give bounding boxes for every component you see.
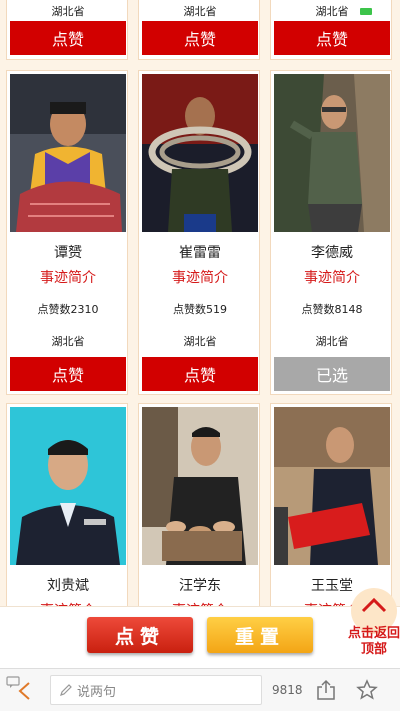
intro-link[interactable]: 事迹简介 [7, 267, 129, 287]
like-all-button[interactable]: 点赞 [87, 617, 193, 653]
candidate-name: 刘贵斌 [47, 578, 89, 594]
battery-indicator [360, 8, 372, 15]
comment-input[interactable]: 说两句 [50, 675, 262, 705]
card-prev-3: 湖北省 点赞 [270, 0, 392, 60]
candidate-photo[interactable] [274, 74, 390, 232]
province-text: 湖北省 [51, 5, 85, 18]
back-to-top-label[interactable]: 点击返回顶部 [348, 626, 400, 658]
pencil-icon [60, 684, 72, 696]
province-text: 湖北省 [183, 335, 217, 348]
like-button[interactable]: 点赞 [274, 21, 390, 55]
candidate-card: 谭赟 事迹简介 点赞数2310 湖北省 点赞 [6, 70, 128, 395]
comment-count: 9818 [272, 683, 303, 697]
candidate-name: 汪学东 [179, 578, 221, 594]
action-bar: 点赞 重置 [0, 606, 400, 668]
candidate-photo[interactable] [142, 407, 258, 565]
reset-button[interactable]: 重置 [207, 617, 313, 653]
like-button[interactable]: 点赞 [10, 21, 126, 55]
candidate-card: 汪学东 事迹简介 [138, 403, 260, 619]
vote-count: 点赞数519 [173, 303, 227, 316]
intro-link[interactable]: 事迹简介 [139, 267, 261, 287]
vote-count: 点赞数8148 [301, 303, 363, 316]
province-text: 湖北省 [315, 335, 349, 348]
province-text: 湖北省 [315, 5, 349, 18]
candidate-name: 崔雷雷 [179, 245, 221, 261]
previous-row: 湖北省 点赞 湖北省 点赞 湖北省 点赞 [0, 0, 400, 62]
share-icon[interactable] [316, 679, 336, 705]
candidate-photo[interactable] [10, 74, 126, 232]
back-arrow-icon[interactable] [16, 681, 32, 705]
province-text: 湖北省 [183, 5, 217, 18]
card-prev-1: 湖北省 点赞 [6, 0, 128, 60]
province-text: 湖北省 [51, 335, 85, 348]
card-prev-2: 湖北省 点赞 [138, 0, 260, 60]
candidate-name: 李德威 [311, 245, 353, 261]
candidate-photo[interactable] [142, 74, 258, 232]
like-button[interactable]: 点赞 [142, 21, 258, 55]
comment-placeholder: 说两句 [77, 684, 117, 700]
candidate-name: 谭赟 [54, 245, 82, 261]
comment-bar: 说两句 9818 [0, 668, 400, 711]
candidate-card: 李德威 事迹简介 点赞数8148 湖北省 已选 [270, 70, 392, 395]
candidate-photo[interactable] [10, 407, 126, 565]
candidate-card: 刘贵斌 事迹简介 [6, 403, 128, 619]
intro-link[interactable]: 事迹简介 [271, 267, 393, 287]
candidate-photo[interactable] [274, 407, 390, 565]
candidate-card: 王玉堂 事迹简介 [270, 403, 392, 619]
like-button[interactable]: 点赞 [142, 357, 258, 391]
star-icon[interactable] [356, 679, 378, 705]
selected-button[interactable]: 已选 [274, 357, 390, 391]
candidate-card: 崔雷雷 事迹简介 点赞数519 湖北省 点赞 [138, 70, 260, 395]
chevron-up-icon [361, 597, 387, 613]
vote-count: 点赞数2310 [37, 303, 99, 316]
like-button[interactable]: 点赞 [10, 357, 126, 391]
